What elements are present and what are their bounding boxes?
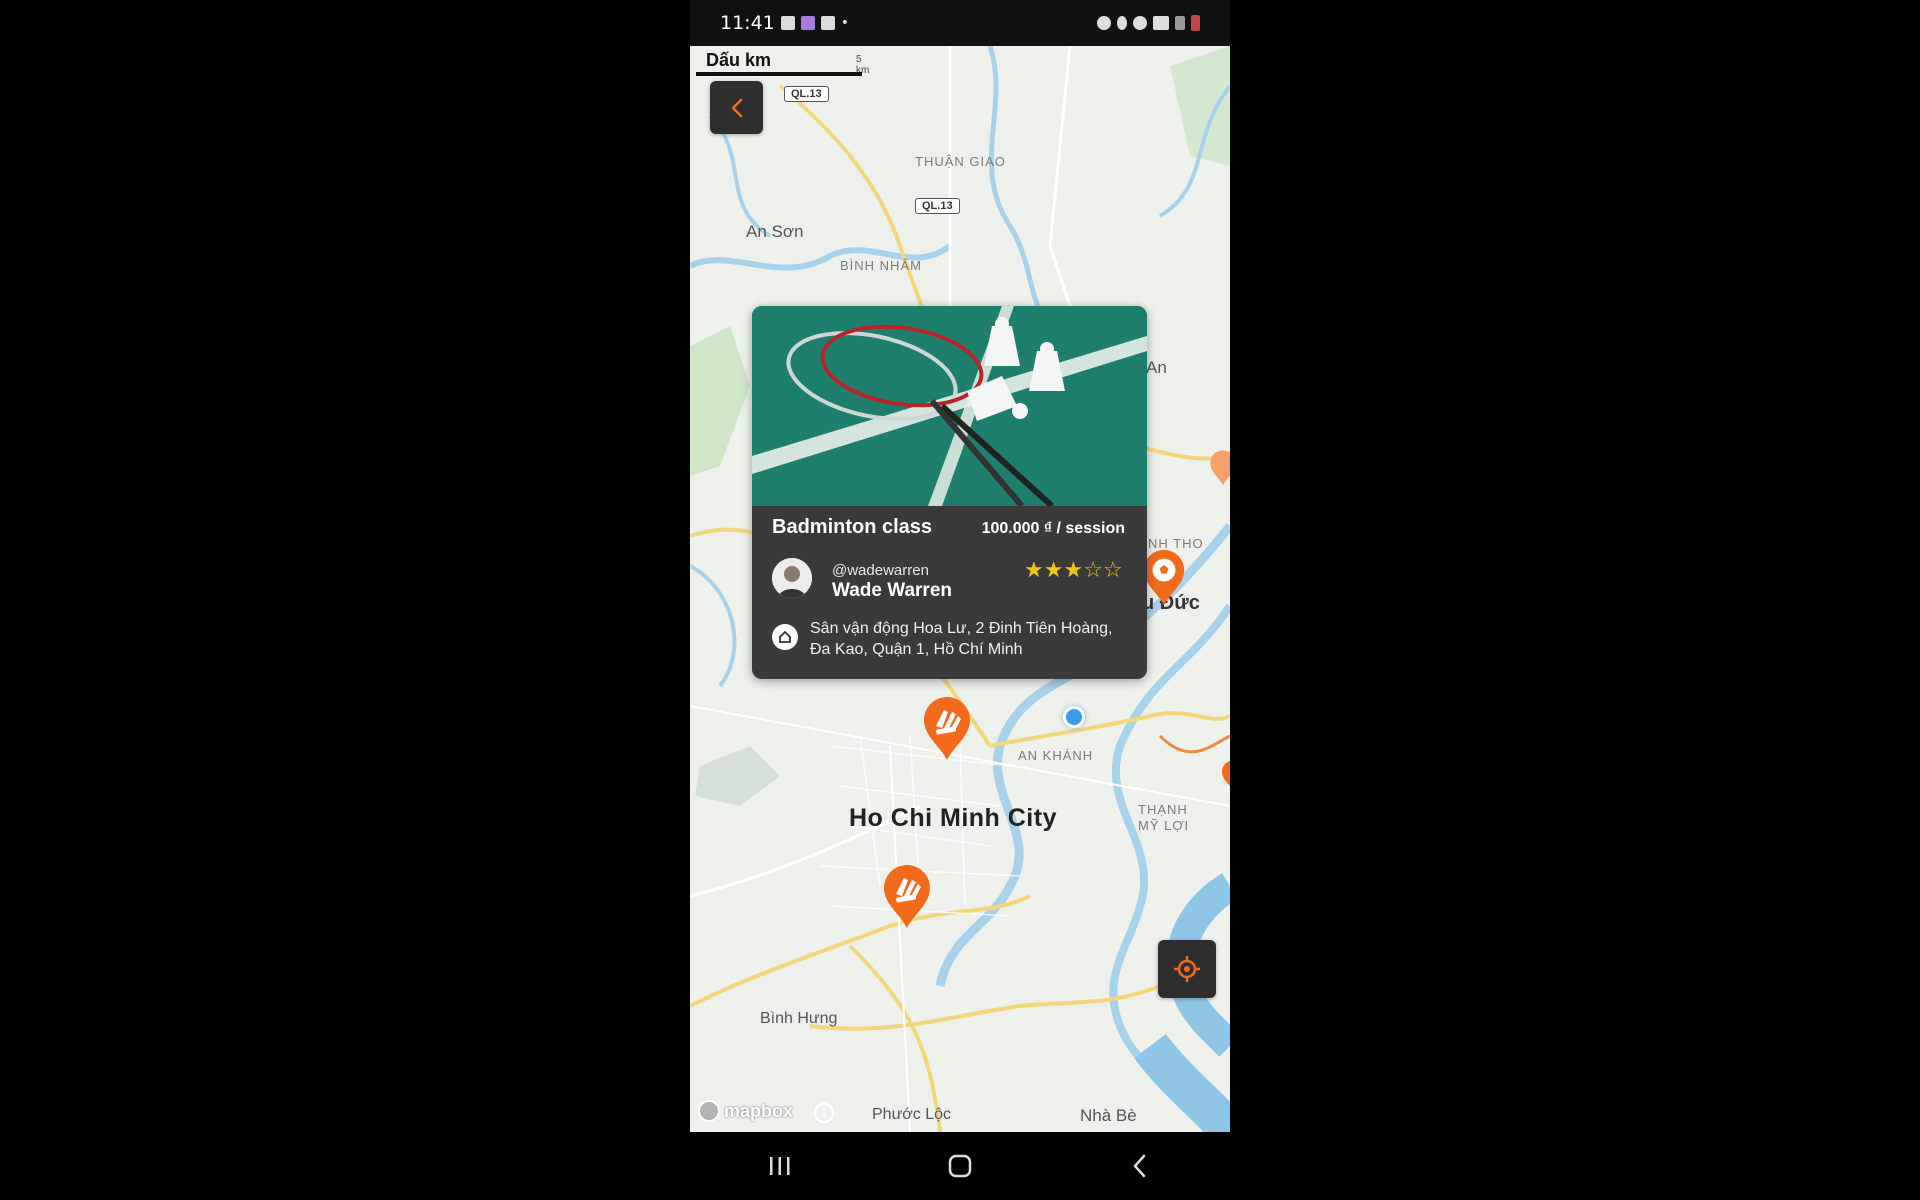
rating-stars: ★★★☆☆	[1024, 558, 1123, 583]
home-icon	[948, 1154, 972, 1178]
scale-bar: Dấu km 5 km	[696, 50, 869, 76]
battery-icon	[1191, 15, 1200, 31]
home-pin-icon	[779, 630, 791, 643]
place-label: AN KHÁNH	[1018, 748, 1094, 763]
activity-card[interactable]: Badminton class 100.000 ₫ / session @wad…	[752, 306, 1147, 679]
recents-icon	[770, 1157, 790, 1175]
hotspot-icon	[1133, 16, 1147, 30]
qr-icon	[780, 16, 795, 30]
place-label: An Sơn	[746, 222, 804, 241]
place-label: An	[1146, 358, 1167, 377]
data-icon	[1153, 16, 1169, 30]
app-icon	[800, 16, 815, 30]
activity-title: Badminton class	[772, 516, 933, 538]
avatar-image	[772, 558, 812, 598]
activity-photo	[752, 306, 1147, 506]
status-right	[1097, 15, 1200, 31]
road-shield: QL.13	[915, 198, 960, 214]
status-bar: 11:41 •	[690, 0, 1230, 46]
status-left: 11:41 •	[720, 12, 849, 34]
status-time: 11:41	[720, 12, 775, 34]
avatar[interactable]	[772, 558, 812, 598]
info-icon[interactable]: i	[814, 1103, 834, 1123]
place-label: BÌNH NHÂM	[840, 258, 922, 273]
dot-icon: •	[840, 15, 850, 31]
gallery-icon	[820, 16, 835, 30]
map-pin-icon[interactable]	[1208, 446, 1230, 490]
star-empty-icon: ☆	[1083, 558, 1103, 583]
place-label: THẠNH MỸ LỢI	[1138, 802, 1190, 833]
location-pin-icon	[772, 624, 798, 650]
place-label: Nhà Bè	[1080, 1106, 1137, 1125]
scale-label: Dấu km	[706, 50, 772, 70]
map-pin-icon[interactable]	[1220, 756, 1230, 796]
mapbox-logo[interactable]: mapbox	[698, 1100, 793, 1122]
activity-address: Sân vận động Hoa Lư, 2 Đinh Tiên Hoàng, …	[810, 620, 1113, 658]
chevron-left-icon	[731, 98, 742, 117]
signal-icon	[1175, 16, 1185, 30]
host-handle[interactable]: @wadewarren	[832, 562, 929, 579]
activity-card-body: Badminton class 100.000 ₫ / session @wad…	[752, 506, 1147, 679]
star-filled-icon: ★	[1043, 558, 1064, 583]
system-nav-bar	[690, 1132, 1230, 1200]
mapbox-mark-icon	[698, 1100, 720, 1122]
recent-apps-button[interactable]	[740, 1141, 820, 1191]
road-shield: QL.13	[784, 86, 829, 102]
star-filled-icon: ★	[1024, 558, 1044, 583]
my-location-button[interactable]	[1158, 940, 1216, 998]
place-label: THUẬN GIAO	[915, 154, 1006, 169]
city-label: Ho Chi Minh City	[849, 804, 1057, 832]
badminton-pin-icon[interactable]	[880, 864, 934, 930]
star-empty-icon: ☆	[1102, 558, 1123, 583]
soccer-pin-icon[interactable]	[1140, 549, 1188, 607]
user-location-dot	[1063, 706, 1085, 728]
system-back-button[interactable]	[1100, 1141, 1180, 1191]
location-icon	[1117, 16, 1127, 30]
mapbox-attribution: mapbox	[724, 1100, 794, 1121]
place-label: Bình Hưng	[760, 1010, 838, 1027]
place-label: Phước Lộc	[872, 1106, 952, 1123]
crosshair-icon	[1174, 956, 1200, 982]
back-icon	[1133, 1154, 1146, 1178]
scale-line	[696, 72, 862, 76]
alarm-icon	[1097, 16, 1111, 30]
activity-price: 100.000 ₫ / session	[981, 520, 1125, 537]
map-view[interactable]: Dấu km 5 km QL.13 QL.13 An Sơn THUẬN GIA…	[690, 46, 1230, 1132]
badminton-pin-icon[interactable]	[920, 696, 974, 762]
back-button[interactable]	[710, 81, 763, 134]
phone-screen: 11:41 • Dấu km 5 km QL.13 QL.13 An Sơn T…	[690, 0, 1230, 1200]
host-name[interactable]: Wade Warren	[832, 580, 952, 602]
home-button[interactable]	[920, 1141, 1000, 1191]
star-filled-icon: ★	[1063, 558, 1084, 583]
